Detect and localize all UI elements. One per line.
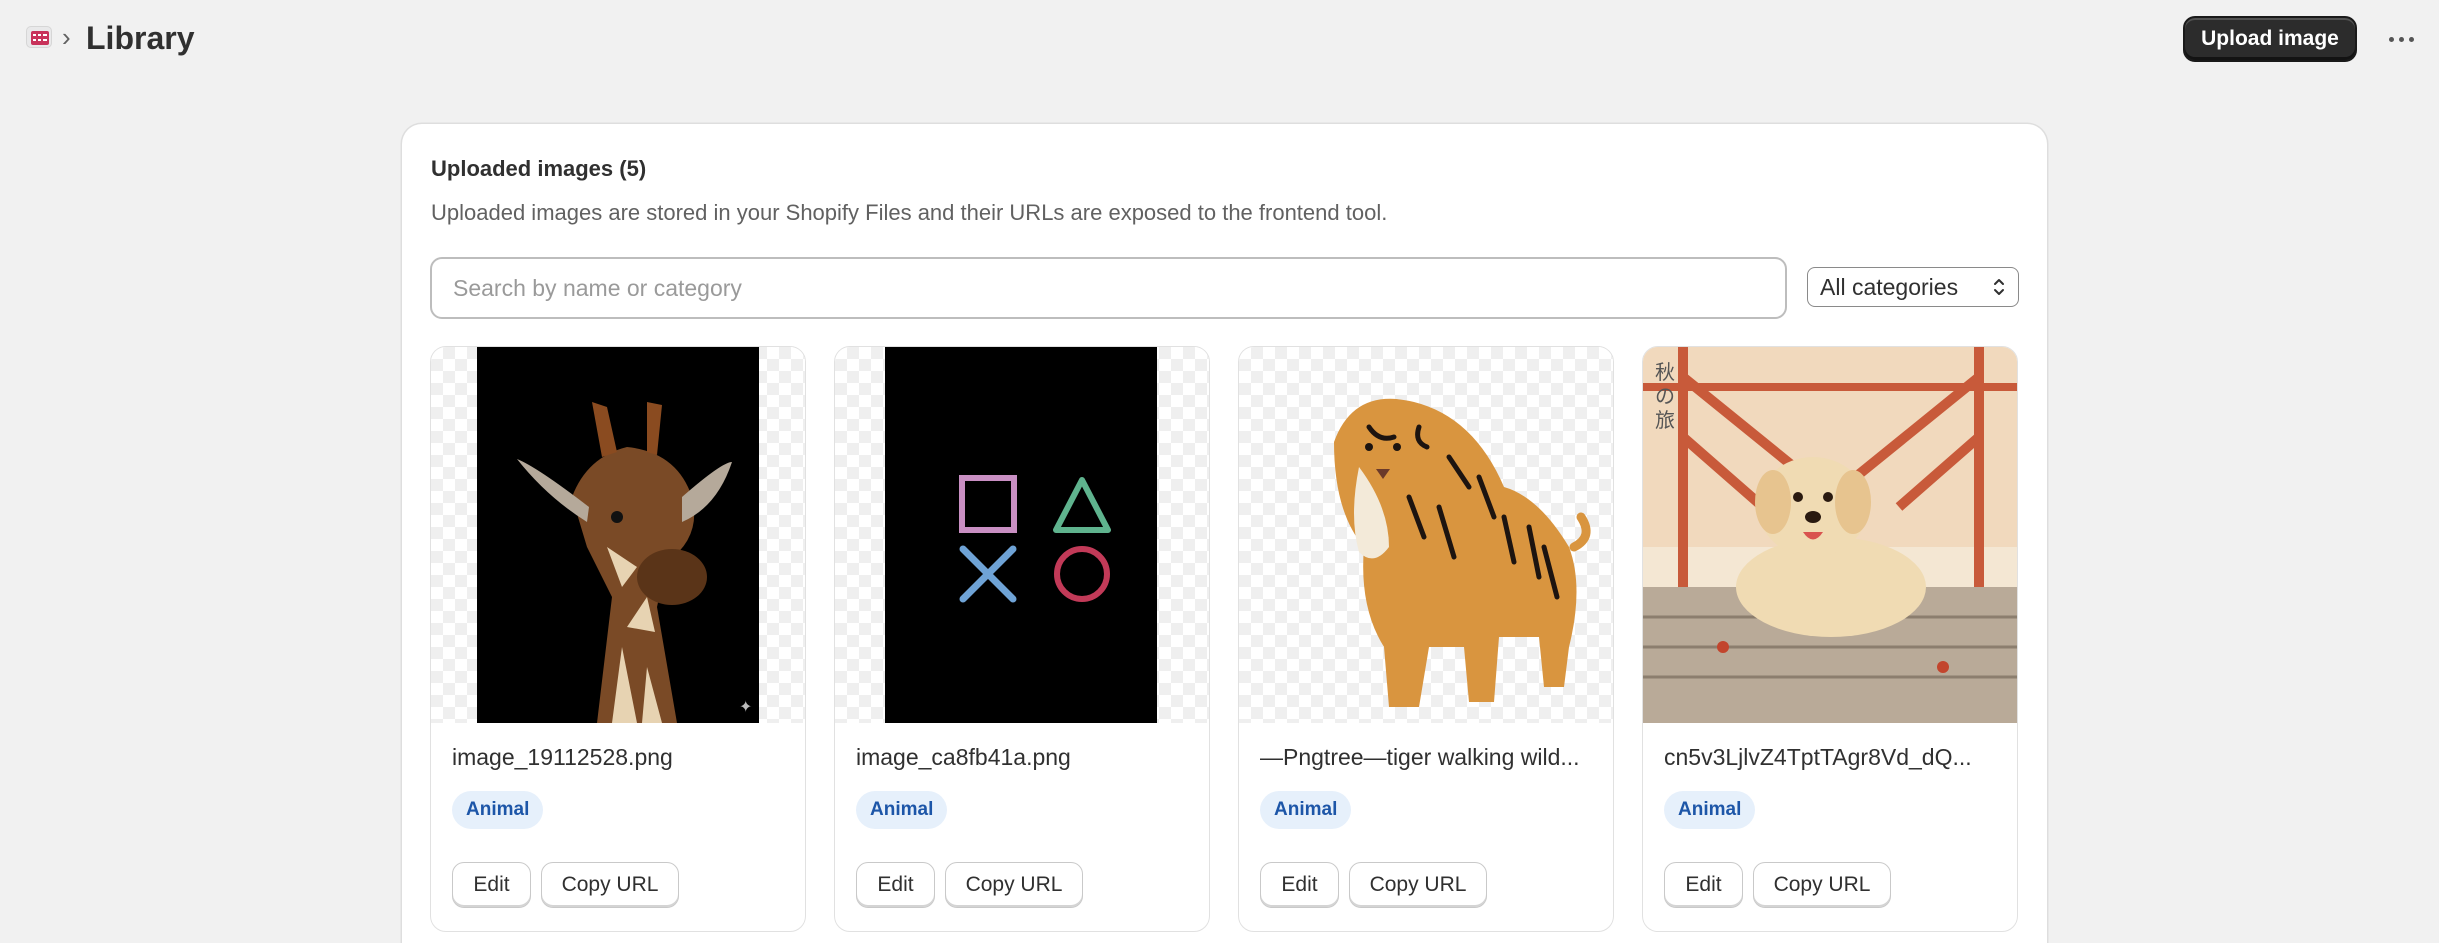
dot (2388, 36, 2394, 42)
copy-url-button[interactable]: Copy URL (1753, 862, 1891, 908)
select-arrows-icon (1994, 279, 2004, 295)
giraffe-image: ✦ (477, 347, 759, 723)
copy-url-button[interactable]: Copy URL (541, 862, 679, 908)
image-tile: ✦ image_19112528.png Animal Edit Copy UR… (430, 346, 806, 932)
card-title: Uploaded images (5) (431, 156, 647, 181)
image-tile: image_ca8fb41a.png Animal Edit Copy URL (834, 346, 1210, 932)
card-description: Uploaded images are stored in your Shopi… (431, 200, 1388, 225)
category-select[interactable]: All categories (1807, 267, 2019, 307)
svg-text:の: の (1655, 384, 1675, 408)
image-tile: —Pngtree—tiger walking wild... Animal Ed… (1238, 346, 1614, 932)
image-tile: 秋 の 旅 cn5v3LjlvZ4TptTAgr8Vd_dQ... Animal… (1642, 346, 2018, 932)
edit-button[interactable]: Edit (452, 862, 531, 908)
category-badge: Animal (856, 791, 948, 829)
image-thumbnail[interactable]: ✦ (431, 347, 805, 723)
top-bar: › Library Upload image (0, 0, 2439, 78)
file-name: —Pngtree—tiger walking wild... (1260, 744, 1580, 770)
tiger-image (1334, 398, 1591, 707)
category-select-value: All categories (1820, 273, 1959, 300)
breadcrumb-chevron-icon: › (62, 22, 71, 52)
svg-text:秋: 秋 (1655, 360, 1675, 384)
image-grid: ✦ image_19112528.png Animal Edit Copy UR… (430, 346, 2020, 932)
app-grid-icon[interactable] (26, 26, 52, 48)
edit-button[interactable]: Edit (1260, 862, 1339, 908)
category-badge: Animal (1664, 791, 1756, 829)
copy-url-button[interactable]: Copy URL (1349, 862, 1487, 908)
file-name: image_ca8fb41a.png (856, 744, 1071, 770)
more-actions-icon[interactable] (2382, 22, 2420, 56)
page-title: Library (86, 20, 195, 56)
svg-text:✦: ✦ (739, 697, 752, 716)
edit-button[interactable]: Edit (856, 862, 935, 908)
file-name: image_19112528.png (452, 744, 673, 770)
category-badge: Animal (452, 791, 544, 829)
image-thumbnail[interactable] (835, 347, 1209, 723)
upload-image-button[interactable]: Upload image (2183, 16, 2357, 62)
copy-url-button[interactable]: Copy URL (945, 862, 1083, 908)
image-thumbnail[interactable]: 秋 の 旅 (1643, 347, 2017, 723)
svg-text:旅: 旅 (1655, 408, 1675, 432)
dot (2398, 36, 2404, 42)
playstation-symbols-image (885, 347, 1157, 723)
edit-button[interactable]: Edit (1664, 862, 1743, 908)
file-name: cn5v3LjlvZ4TptTAgr8Vd_dQ... (1664, 744, 1972, 770)
uploaded-images-card: Uploaded images (5) Uploaded images are … (402, 124, 2047, 943)
category-badge: Animal (1260, 791, 1352, 829)
dog-on-bridge-image: 秋 の 旅 (1643, 347, 2017, 723)
image-thumbnail[interactable] (1239, 347, 1613, 723)
dot (2408, 36, 2414, 42)
search-input[interactable] (430, 257, 1787, 319)
